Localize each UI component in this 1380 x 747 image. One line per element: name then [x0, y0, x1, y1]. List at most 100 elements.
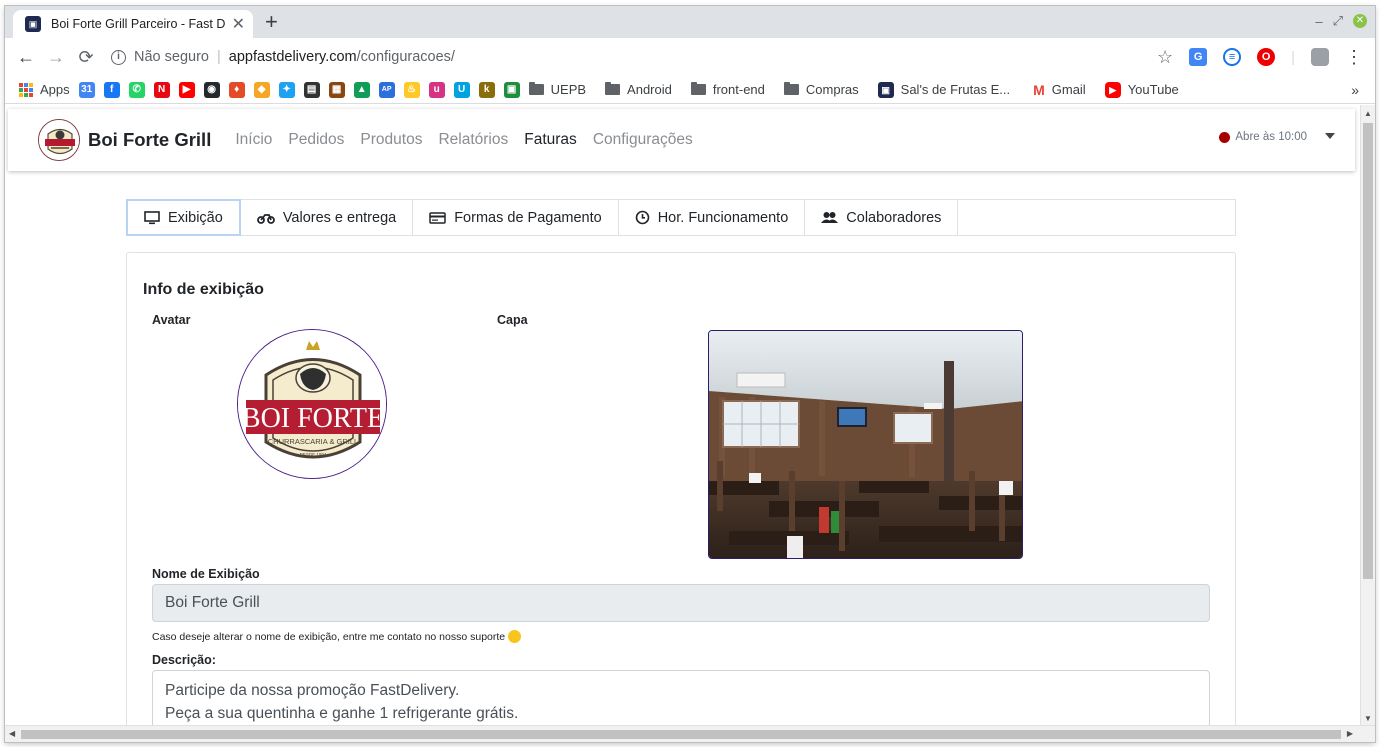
cover-image[interactable]	[708, 330, 1023, 559]
bookmark-folder-compras[interactable]: Compras	[783, 82, 859, 97]
section-title: Info de exibição	[143, 281, 264, 298]
more-bookmarks-icon[interactable]: »	[1351, 82, 1359, 98]
user-dropdown-caret-icon[interactable]	[1325, 133, 1335, 139]
scroll-down-icon[interactable]: ▼	[1364, 714, 1372, 723]
scroll-right-icon[interactable]: ▶	[1347, 729, 1353, 738]
tab-monitor[interactable]: Exibição	[126, 199, 241, 236]
bookmark-firebase[interactable]: ♨	[403, 81, 420, 98]
bookmark-github[interactable]: ◉	[203, 81, 220, 98]
description-line: Peça a sua quentinha e ganhe 1 refrigera…	[165, 705, 519, 722]
bookmark-book[interactable]: ▦	[328, 81, 345, 98]
profile-avatar-icon[interactable]	[1311, 48, 1329, 66]
bookmark-script[interactable]: u	[428, 81, 445, 98]
classroom-icon: ▣	[503, 81, 520, 98]
nav-item[interactable]: Pedidos	[288, 131, 344, 149]
horizontal-scroll-thumb[interactable]	[21, 730, 1341, 739]
minimize-icon[interactable]: –	[1315, 14, 1322, 29]
display-name-input[interactable]: Boi Forte Grill	[152, 584, 1210, 622]
tab-title: Boi Forte Grill Parceiro - Fast D	[51, 17, 226, 31]
reload-icon[interactable]: ⟳	[71, 47, 101, 68]
script-icon: u	[428, 81, 445, 98]
scroll-up-icon[interactable]: ▲	[1364, 109, 1372, 118]
translate-icon[interactable]: G	[1189, 48, 1208, 66]
vertical-scrollbar[interactable]: ▲ ▼	[1360, 105, 1375, 725]
bookmark-youtube[interactable]: ▶ YouTube	[1104, 81, 1179, 98]
opera-icon[interactable]: O	[1257, 48, 1276, 66]
info-icon[interactable]: i	[111, 49, 126, 65]
bookmark-twitter[interactable]: ✦	[278, 81, 295, 98]
nav-item[interactable]: Faturas	[524, 131, 577, 149]
bookmark-udemy[interactable]: U	[453, 81, 470, 98]
brand-name[interactable]: Boi Forte Grill	[88, 129, 211, 151]
bookmark-drive[interactable]: ▲	[353, 81, 370, 98]
address-bar[interactable]: i Não seguro | appfastdelivery.com/confi…	[111, 49, 455, 65]
menu-kebab-icon[interactable]: ⋮	[1345, 47, 1363, 68]
bookmark-ap[interactable]: AP	[378, 81, 395, 98]
bookmark-label: Gmail	[1051, 82, 1086, 97]
display-name-hint: Caso deseje alterar o nome de exibição, …	[152, 630, 522, 643]
bookmark-facebook[interactable]: f	[103, 81, 120, 98]
status-dot-icon	[1219, 131, 1231, 143]
clock-icon	[635, 210, 658, 225]
nav-item[interactable]: Relatórios	[438, 131, 508, 149]
close-window-icon[interactable]: ✕	[1353, 14, 1367, 28]
nav-item[interactable]: Início	[235, 131, 272, 149]
apps-grid-icon	[19, 82, 33, 97]
bookmark-apps[interactable]: Apps	[19, 82, 70, 97]
vertical-scroll-thumb[interactable]	[1363, 123, 1373, 579]
bookmark-bookmark[interactable]: ♦	[228, 81, 245, 98]
bookmark-gmail[interactable]: M Gmail	[1033, 82, 1086, 98]
tab-users[interactable]: Colaboradores	[805, 200, 959, 235]
bookmark-folder-android[interactable]: Android	[605, 82, 672, 97]
bookmark-k[interactable]: k	[478, 81, 495, 98]
bookmark-icon: ♦	[228, 81, 245, 98]
nav-item[interactable]: Configurações	[593, 131, 693, 149]
star-icon[interactable]: ☆	[1157, 47, 1173, 68]
back-icon[interactable]: ←	[11, 47, 41, 68]
github-icon: ◉	[203, 81, 220, 98]
folder-icon	[605, 82, 621, 95]
bookmark-calendar[interactable]: 31	[78, 81, 95, 98]
twitter-icon: ✦	[278, 81, 295, 98]
nav-item[interactable]: Produtos	[360, 131, 422, 149]
netflix-icon: N	[153, 81, 170, 98]
bookmark-label: UEPB	[550, 82, 587, 97]
bookmark-netflix[interactable]: N	[153, 81, 170, 98]
maximize-icon[interactable]: ⤢	[1333, 13, 1343, 29]
youtube-icon: ▶	[1104, 81, 1121, 98]
tab-credit-card[interactable]: Formas de Pagamento	[413, 200, 619, 235]
bookmark-whatsapp[interactable]: ✆	[128, 81, 145, 98]
tab-label: Exibição	[168, 209, 223, 226]
scroll-left-icon[interactable]: ◀	[9, 729, 15, 738]
bookmark-sals[interactable]: ▣ Sal's de Frutas E...	[877, 81, 1010, 98]
bookmark-classroom[interactable]: ▣	[503, 81, 520, 98]
bookmark-label: YouTube	[1127, 82, 1179, 97]
extension-blue-icon[interactable]: ≡	[1223, 48, 1242, 66]
bookmark-youtube[interactable]: ▶	[178, 81, 195, 98]
forward-icon[interactable]: →	[41, 47, 71, 68]
browser-tab[interactable]: ▣ Boi Forte Grill Parceiro - Fast D ✕	[13, 10, 253, 38]
avatar-image[interactable]: BOI FORTE CHURRASCARIA & GRILL DESDE 199…	[237, 329, 387, 479]
bookmark-label: Compras	[805, 82, 859, 97]
bookmark-shield[interactable]: ◆	[253, 81, 270, 98]
horizontal-scrollbar[interactable]: ◀ ▶	[5, 725, 1375, 742]
udemy-icon: U	[453, 81, 470, 98]
tab-favicon-icon: ▣	[25, 16, 41, 32]
bookmark-apps-label: Apps	[40, 82, 70, 97]
credit-card-icon	[429, 211, 454, 224]
bookmark-folder-front-end[interactable]: front-end	[690, 82, 765, 97]
tab-motorcycle[interactable]: Valores e entrega	[241, 200, 414, 235]
tab-label: Colaboradores	[846, 209, 942, 226]
logo-since: DESDE 1994	[300, 452, 327, 457]
close-tab-icon[interactable]: ✕	[232, 14, 245, 34]
bookmark-trello[interactable]: ▤	[303, 81, 320, 98]
hint-text: Caso deseje alterar o nome de exibição, …	[152, 630, 506, 643]
description-textarea[interactable]: Participe da nossa promoção FastDelivery…	[152, 670, 1210, 725]
monitor-icon	[144, 210, 168, 225]
tab-clock[interactable]: Hor. Funcionamento	[619, 200, 806, 235]
new-tab-icon[interactable]: +	[265, 11, 278, 33]
bookmark-folder-uepb[interactable]: UEPB	[528, 82, 587, 97]
brand-logo[interactable]	[38, 119, 80, 161]
app-navbar: Boi Forte Grill Início Pedidos Produtos Rel…	[8, 109, 1355, 171]
settings-tabs: Exibição Valores e entrega Formas de Pagam…	[126, 199, 1236, 236]
